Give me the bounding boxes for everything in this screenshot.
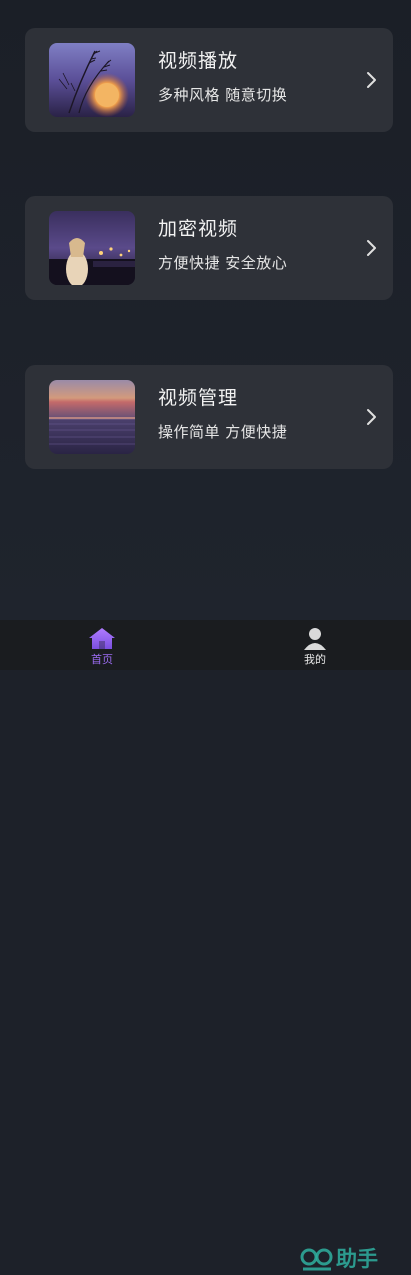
bottom-tab-bar: 首页 我的 助手	[0, 620, 411, 1271]
watermark: 助手	[300, 1245, 390, 1273]
home-icon	[88, 626, 116, 650]
user-icon	[301, 626, 329, 650]
encrypted-video-card[interactable]: 加密视频 方便快捷 安全放心	[25, 196, 393, 300]
chevron-right-icon	[365, 405, 379, 429]
tab-mine[interactable]: 我的	[275, 620, 355, 670]
main-content: 视频播放 多种风格 随意切换 加密视频 方便快捷 安全放心 视频管理 操作简单 …	[0, 0, 411, 620]
watermark-text: 助手	[336, 1247, 378, 1271]
chevron-right-icon	[365, 236, 379, 260]
card-title: 视频管理	[158, 387, 239, 409]
video-play-card[interactable]: 视频播放 多种风格 随意切换	[25, 28, 393, 132]
tab-mine-label: 我的	[304, 653, 326, 666]
watermark-logo-icon	[300, 1247, 334, 1271]
video-manage-card[interactable]: 视频管理 操作简单 方便快捷	[25, 365, 393, 469]
card-subtitle: 多种风格 随意切换	[158, 86, 288, 104]
card-subtitle: 方便快捷 安全放心	[158, 254, 288, 272]
tab-home[interactable]: 首页	[62, 620, 142, 670]
card-title: 加密视频	[158, 218, 239, 240]
card-title: 视频播放	[158, 50, 239, 72]
dandelion-sunset-thumbnail	[49, 43, 135, 117]
night-city-woman-thumbnail	[49, 211, 135, 285]
card-subtitle: 操作简单 方便快捷	[158, 423, 288, 441]
chevron-right-icon	[365, 68, 379, 92]
sea-sunset-thumbnail	[49, 380, 135, 454]
tab-home-label: 首页	[91, 653, 113, 666]
